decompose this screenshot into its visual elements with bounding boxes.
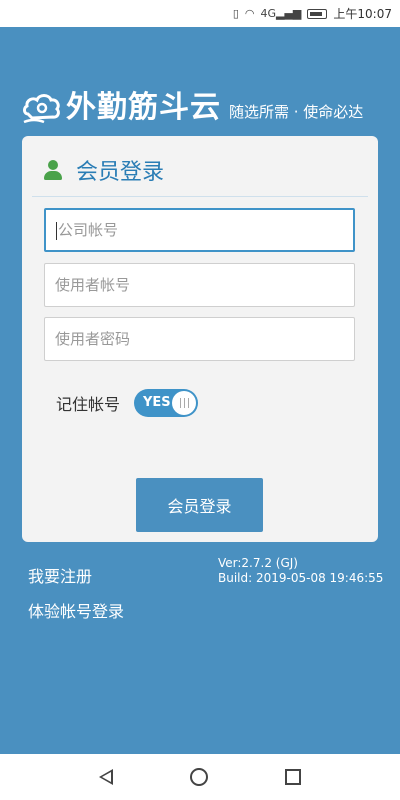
header-divider bbox=[32, 196, 368, 197]
back-icon[interactable] bbox=[98, 769, 113, 785]
app-slogan: 随选所需 · 使命必达 bbox=[229, 103, 364, 121]
remember-account-toggle[interactable]: YES bbox=[134, 389, 199, 417]
app-logo: 外勤筋斗云 随选所需 · 使命必达 bbox=[22, 82, 382, 126]
login-button[interactable]: 会员登录 bbox=[136, 478, 263, 532]
register-link[interactable]: 我要注册 bbox=[28, 563, 92, 587]
login-card: 会员登录 公司帐号 使用者帐号 使用者密码 记住帐号 YES 会员登录 bbox=[22, 136, 378, 542]
cloud-logo-icon bbox=[22, 88, 62, 126]
trial-login-link[interactable]: 体验帐号登录 bbox=[28, 598, 124, 622]
recent-apps-icon[interactable] bbox=[285, 769, 302, 785]
password-placeholder: 使用者密码 bbox=[55, 330, 131, 348]
navigation-bar bbox=[0, 754, 400, 800]
remember-account-row: 记住帐号 YES bbox=[56, 389, 199, 417]
build-label: Build: 2019-05-08 19:46:55 bbox=[218, 571, 384, 585]
company-account-placeholder: 公司帐号 bbox=[58, 221, 119, 239]
version-label: Ver:2.7.2 (GJ) bbox=[218, 556, 298, 570]
user-account-placeholder: 使用者帐号 bbox=[55, 276, 131, 294]
status-time: 上午10:07 bbox=[333, 7, 392, 21]
toggle-knob bbox=[172, 391, 197, 415]
company-account-input[interactable]: 公司帐号 bbox=[44, 208, 355, 252]
signal-icon: 4G▂▄▆ bbox=[260, 7, 302, 20]
text-caret bbox=[56, 221, 57, 240]
password-input[interactable]: 使用者密码 bbox=[44, 317, 355, 361]
login-card-header: 会员登录 bbox=[44, 154, 164, 186]
app-title: 外勤筋斗云 bbox=[66, 90, 221, 125]
network-type-label: 4G bbox=[260, 7, 277, 20]
vibrate-icon: ▯ bbox=[232, 7, 239, 20]
home-icon[interactable] bbox=[189, 768, 208, 786]
user-account-input[interactable]: 使用者帐号 bbox=[44, 263, 355, 307]
battery-icon bbox=[307, 8, 328, 19]
toggle-state-label: YES bbox=[143, 395, 171, 410]
version-info: Ver:2.7.2 (GJ) Build: 2019-05-08 19:46:5… bbox=[218, 556, 383, 586]
wifi-icon: ◠ bbox=[244, 7, 255, 20]
login-card-title: 会员登录 bbox=[76, 160, 165, 185]
remember-account-label: 记住帐号 bbox=[56, 395, 121, 414]
status-bar: ▯ ◠ 4G▂▄▆ 上午10:07 bbox=[0, 0, 400, 27]
user-icon bbox=[44, 160, 62, 180]
grip-icon bbox=[179, 398, 189, 408]
